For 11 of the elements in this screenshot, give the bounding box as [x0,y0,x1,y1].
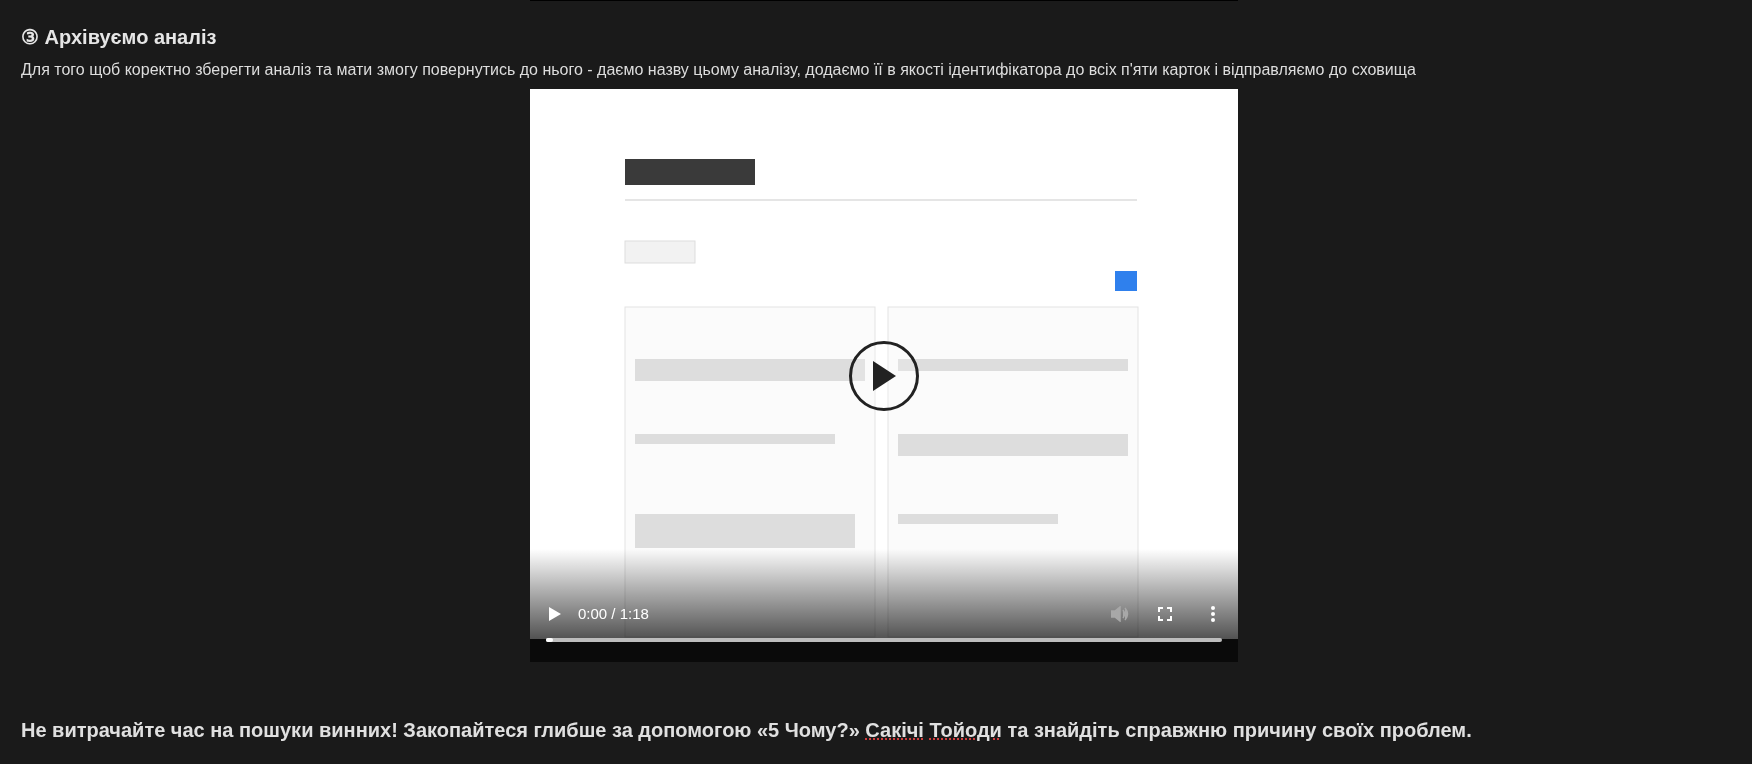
play-icon [549,607,561,621]
section-heading: ③ Архівуємо аналіз [21,25,217,50]
section-description: Для того щоб коректно зберегти аналіз та мати змогу повернутись до нього - даємо назву цьому аналізу, додаємо її в якості ідентифікатора до всіх п'яти карток і відправляємо до сховища [21,60,1416,80]
speaker-icon [1111,606,1129,622]
more-icon [1211,606,1215,622]
fullscreen-button[interactable] [1155,604,1175,624]
play-icon [871,360,897,392]
fullscreen-icon [1158,607,1172,621]
closing-text: Не витрачайте час на пошуки винних! Закопайтеся глибше за допомогою «5 Чому?» Сакічі Тойоди та знайдіть справжню причину своїх проблем. [20,718,1473,743]
progress-track[interactable] [546,638,1222,642]
time-display: 0:00 / 1:18 [578,604,649,624]
